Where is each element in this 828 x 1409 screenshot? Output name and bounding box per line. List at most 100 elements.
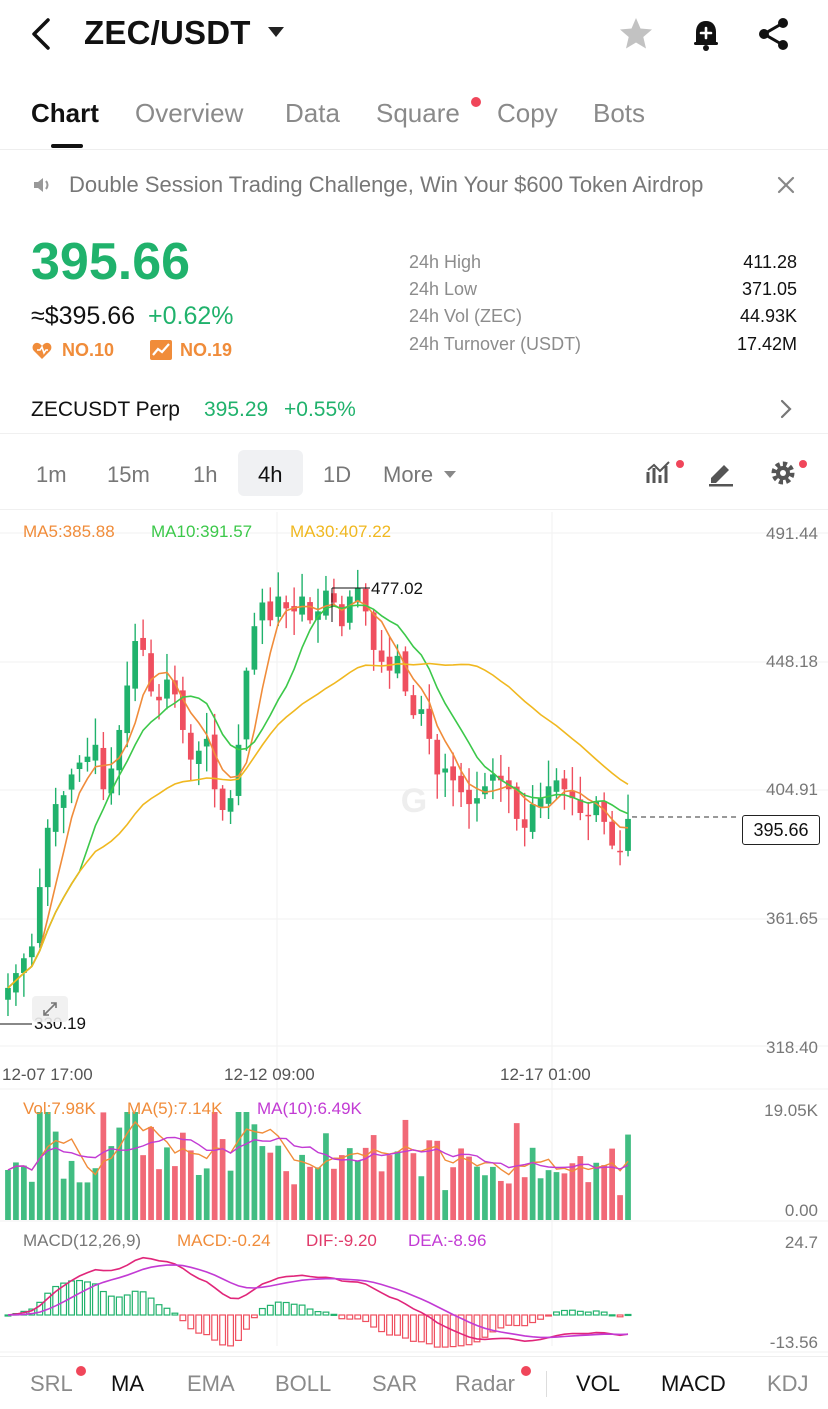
- candle-body: [76, 762, 83, 770]
- usd-price: ≈$395.66: [31, 302, 136, 330]
- volume-bar: [434, 1140, 441, 1220]
- settings-gear-icon[interactable]: [768, 458, 798, 493]
- square-notification-dot: [471, 97, 481, 107]
- volume-bar: [283, 1171, 290, 1220]
- volume-bar: [370, 1135, 377, 1220]
- indicator-ma[interactable]: MA: [111, 1371, 144, 1397]
- indicator-radar[interactable]: Radar: [455, 1371, 515, 1397]
- candle-body: [458, 775, 464, 793]
- rank-badge-1[interactable]: NO.10: [62, 340, 114, 361]
- ma5-legend: MA5:385.88: [23, 522, 115, 541]
- candle-body: [275, 596, 282, 617]
- interval-more[interactable]: More: [383, 462, 433, 488]
- volume-bar: [378, 1171, 385, 1220]
- candle-body: [482, 786, 488, 795]
- macd-histogram-bar: [282, 1301, 290, 1316]
- expand-icon[interactable]: [32, 996, 68, 1022]
- ma-lines: [7, 599, 629, 989]
- tab-copy[interactable]: Copy: [497, 98, 558, 129]
- indicator-srl[interactable]: SRL: [30, 1371, 73, 1397]
- close-icon[interactable]: [775, 174, 797, 201]
- macd-histogram-bar: [195, 1314, 203, 1334]
- candle-body: [625, 818, 631, 851]
- macd-histogram-bar: [107, 1295, 115, 1316]
- tab-data[interactable]: Data: [285, 98, 340, 129]
- macd-histogram-bar: [131, 1290, 139, 1316]
- gainer-rank-icon: [149, 339, 173, 366]
- macd-histogram-bar: [290, 1303, 298, 1316]
- candle-body: [561, 778, 568, 790]
- interval-1h[interactable]: 1h: [193, 462, 217, 488]
- indicator-chart-icon[interactable]: [645, 458, 675, 493]
- volume-bar: [450, 1167, 457, 1220]
- volume-bar: [21, 1165, 27, 1220]
- pair-title[interactable]: ZEC/USDT: [84, 14, 251, 52]
- indicator-boll[interactable]: BOLL: [275, 1371, 331, 1397]
- share-icon[interactable]: [754, 14, 794, 54]
- star-icon[interactable]: [616, 14, 656, 54]
- tab-square[interactable]: Square: [376, 98, 460, 129]
- volume-bar: [338, 1155, 345, 1220]
- macd-histogram-bar: [362, 1314, 370, 1323]
- interval-4h[interactable]: 4h: [258, 462, 282, 488]
- candle-body: [44, 827, 51, 888]
- candle-body: [235, 744, 242, 796]
- axis-label-1: 491.44: [766, 524, 818, 543]
- candle-body: [156, 696, 162, 701]
- candle-body: [84, 756, 91, 762]
- tab-chart[interactable]: Chart: [31, 98, 99, 129]
- perp-change: +0.55%: [284, 398, 356, 421]
- candle-body: [28, 946, 35, 958]
- volume-bar: [195, 1174, 202, 1220]
- indicator-ema[interactable]: EMA: [187, 1371, 235, 1397]
- interval-1d[interactable]: 1D: [323, 462, 351, 488]
- volume-bar: [601, 1165, 608, 1220]
- macd-histogram-bar: [560, 1309, 568, 1316]
- more-caret-icon[interactable]: [444, 471, 456, 478]
- candle-body: [299, 596, 305, 615]
- candle-body: [267, 601, 274, 621]
- axis-label-3: 404.91: [766, 780, 818, 799]
- volume-bar: [386, 1155, 393, 1220]
- indicator-macd[interactable]: MACD: [661, 1371, 726, 1397]
- macd-histogram-bar: [330, 1313, 338, 1316]
- interval-15m[interactable]: 15m: [107, 462, 150, 488]
- back-icon[interactable]: [22, 14, 62, 54]
- candle-body: [195, 750, 202, 764]
- price-alert-bell-icon[interactable]: [686, 14, 726, 54]
- candle-body: [442, 768, 449, 773]
- announcement-banner[interactable]: Double Session Trading Challenge, Win Yo…: [0, 152, 828, 216]
- draw-pencil-icon[interactable]: [706, 458, 736, 493]
- macd-axis-top: 24.7: [784, 1233, 818, 1252]
- announcement-text[interactable]: Double Session Trading Challenge, Win Yo…: [69, 172, 703, 198]
- stat-value-volume: 44.93K: [739, 306, 797, 326]
- volume-bar: [187, 1150, 194, 1220]
- macd-histogram-bar: [211, 1314, 219, 1341]
- rank-badge-2[interactable]: NO.19: [180, 340, 232, 361]
- interval-1m[interactable]: 1m: [36, 462, 67, 488]
- vol-axis-bottom: 0.00: [784, 1201, 818, 1220]
- volume-bar: [553, 1172, 560, 1220]
- ma5-line: [7, 599, 629, 989]
- volume-bar: [172, 1166, 178, 1220]
- candle-body: [553, 780, 560, 792]
- ma10-line: [7, 604, 629, 989]
- candlestick-chart[interactable]: G: [0, 512, 828, 1356]
- candle-body: [219, 788, 226, 811]
- macd-histogram-bar: [187, 1314, 195, 1330]
- macd-histogram-bar: [481, 1314, 489, 1338]
- candle-body: [307, 602, 313, 621]
- indicator-sar[interactable]: SAR: [372, 1371, 417, 1397]
- current-price-tag: 395.66: [742, 815, 820, 845]
- perp-row[interactable]: ZECUSDT Perp 395.29 +0.55%: [0, 384, 828, 434]
- indicator-vol[interactable]: VOL: [576, 1371, 620, 1397]
- macd-histogram-bar: [123, 1294, 131, 1316]
- tab-bots[interactable]: Bots: [593, 98, 645, 129]
- tab-overview[interactable]: Overview: [135, 98, 243, 129]
- chevron-down-icon[interactable]: [268, 27, 284, 37]
- indicator-kdj[interactable]: KDJ: [767, 1371, 809, 1397]
- candle-body: [346, 596, 353, 623]
- macd-histogram-bar: [235, 1314, 242, 1341]
- candle-body: [5, 987, 11, 1000]
- macd-histogram-bar: [338, 1314, 346, 1320]
